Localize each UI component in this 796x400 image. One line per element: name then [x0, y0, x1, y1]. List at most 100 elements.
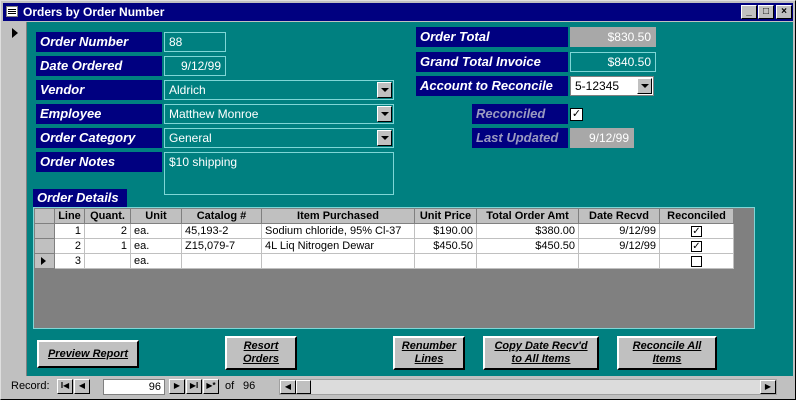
row-selector[interactable]: [34, 253, 55, 269]
vendor-label: Vendor: [36, 80, 162, 100]
date-ordered-label: Date Ordered: [36, 56, 162, 76]
grand-total-field[interactable]: $840.50: [570, 52, 656, 72]
form-icon[interactable]: [6, 6, 18, 17]
cell-unit-price[interactable]: $190.00: [414, 223, 477, 239]
date-ordered-field[interactable]: 9/12/99: [164, 56, 226, 76]
current-record-arrow-icon: [12, 28, 18, 38]
maximize-button[interactable]: □: [758, 5, 774, 19]
cell-date-recvd[interactable]: 9/12/99: [578, 238, 660, 254]
reconciled-label: Reconciled: [472, 104, 568, 124]
cell-reconciled: ✓: [659, 223, 734, 239]
column-header-unit[interactable]: Unit: [130, 208, 182, 224]
last-updated-label: Last Updated: [472, 128, 568, 148]
new-record-button[interactable]: ▶*: [203, 379, 219, 394]
cell-catalog[interactable]: Z15,079-7: [181, 238, 262, 254]
table-row[interactable]: 1 2 ea. 45,193-2 Sodium chloride, 95% Cl…: [34, 223, 734, 239]
account-combo[interactable]: 5-12345: [570, 76, 654, 96]
cell-unit[interactable]: ea.: [130, 253, 182, 269]
of-label: of: [225, 380, 235, 392]
column-header-date-recvd[interactable]: Date Recvd: [578, 208, 660, 224]
cell-unit-price[interactable]: $450.50: [414, 238, 477, 254]
account-dropdown-icon[interactable]: [637, 78, 652, 94]
cell-item[interactable]: 4L Liq Nitrogen Dewar: [261, 238, 415, 254]
cell-item[interactable]: [261, 253, 415, 269]
record-navigation-bar: Record: I◀ ◀ 96 ▶ ▶I ▶* of 96 ◀ ▶: [3, 377, 793, 397]
column-header-catalog[interactable]: Catalog #: [181, 208, 262, 224]
cell-total[interactable]: $380.00: [476, 223, 579, 239]
column-header-reconciled[interactable]: Reconciled: [659, 208, 734, 224]
table-row[interactable]: 2 1 ea. Z15,079-7 4L Liq Nitrogen Dewar …: [34, 238, 734, 254]
minimize-button[interactable]: _: [741, 5, 757, 19]
cell-item[interactable]: Sodium chloride, 95% Cl-37: [261, 223, 415, 239]
current-record-input[interactable]: 96: [103, 379, 165, 395]
order-notes-field[interactable]: $10 shipping: [164, 152, 394, 195]
row-selector[interactable]: [34, 223, 55, 239]
cell-catalog[interactable]: 45,193-2: [181, 223, 262, 239]
order-total-field[interactable]: $830.50: [570, 27, 656, 47]
preview-report-button[interactable]: Preview Report: [37, 340, 139, 368]
cell-date-recvd[interactable]: 9/12/99: [578, 223, 660, 239]
copy-date-button[interactable]: Copy Date Recv'd to All Items: [483, 336, 599, 370]
column-header-line[interactable]: Line: [54, 208, 85, 224]
order-number-field[interactable]: 88: [164, 32, 226, 52]
record-selector[interactable]: [3, 22, 27, 376]
reconciled-checkbox[interactable]: ✓: [570, 108, 583, 121]
record-count: 96: [243, 380, 256, 392]
cell-line[interactable]: 2: [54, 238, 85, 254]
reconciled-row-checkbox[interactable]: ✓: [691, 240, 702, 252]
account-value: 5-12345: [575, 79, 620, 93]
record-label: Record:: [11, 380, 50, 392]
cell-date-recvd[interactable]: [578, 253, 660, 269]
order-category-combo[interactable]: General: [164, 128, 394, 148]
order-category-dropdown-icon[interactable]: [377, 130, 392, 146]
reconcile-all-button[interactable]: Reconcile All Items: [617, 336, 717, 370]
grid-corner[interactable]: [34, 208, 55, 224]
horizontal-scrollbar[interactable]: ◀ ▶: [279, 379, 777, 395]
cell-reconciled: [659, 253, 734, 269]
vendor-value: Aldrich: [169, 83, 206, 97]
order-details-grid: Line Quant. Unit Catalog # Item Purchase…: [34, 208, 734, 269]
last-record-button[interactable]: ▶I: [186, 379, 202, 394]
employee-combo[interactable]: Matthew Monroe: [164, 104, 394, 124]
scroll-left-button[interactable]: ◀: [280, 380, 296, 394]
window-title: Orders by Order Number: [23, 5, 165, 19]
reconciled-row-checkbox[interactable]: [691, 255, 702, 267]
cell-total[interactable]: [476, 253, 579, 269]
cell-unit-price[interactable]: [414, 253, 477, 269]
order-total-label: Order Total: [416, 27, 568, 47]
vendor-dropdown-icon[interactable]: [377, 82, 392, 98]
first-record-button[interactable]: I◀: [57, 379, 73, 394]
cell-catalog[interactable]: [181, 253, 262, 269]
cell-total[interactable]: $450.50: [476, 238, 579, 254]
table-row[interactable]: 3 ea.: [34, 253, 734, 269]
row-selector[interactable]: [34, 238, 55, 254]
renumber-lines-button[interactable]: Renumber Lines: [393, 336, 465, 370]
previous-record-button[interactable]: ◀: [74, 379, 90, 394]
next-record-button[interactable]: ▶: [169, 379, 185, 394]
close-button[interactable]: ×: [776, 5, 792, 19]
form-body: Order Number 88 Date Ordered 9/12/99 Ven…: [3, 22, 793, 376]
cell-quant[interactable]: 2: [84, 223, 131, 239]
cell-line[interactable]: 3: [54, 253, 85, 269]
employee-dropdown-icon[interactable]: [377, 106, 392, 122]
scroll-right-button[interactable]: ▶: [760, 380, 776, 394]
cell-quant[interactable]: [84, 253, 131, 269]
title-bar[interactable]: Orders by Order Number _ □ ×: [3, 3, 793, 21]
resort-orders-button[interactable]: Resort Orders: [225, 336, 297, 370]
grand-total-label: Grand Total Invoice: [416, 52, 568, 72]
last-updated-field[interactable]: 9/12/99: [570, 128, 634, 148]
column-header-unit-price[interactable]: Unit Price: [414, 208, 477, 224]
reconciled-row-checkbox[interactable]: ✓: [691, 225, 702, 237]
cell-unit[interactable]: ea.: [130, 223, 182, 239]
scroll-thumb[interactable]: [296, 380, 311, 394]
cell-line[interactable]: 1: [54, 223, 85, 239]
grid-header-row: Line Quant. Unit Catalog # Item Purchase…: [34, 208, 734, 224]
vendor-combo[interactable]: Aldrich: [164, 80, 394, 100]
cell-quant[interactable]: 1: [84, 238, 131, 254]
order-number-label: Order Number: [36, 32, 162, 52]
employee-label: Employee: [36, 104, 162, 124]
column-header-quant[interactable]: Quant.: [84, 208, 131, 224]
cell-unit[interactable]: ea.: [130, 238, 182, 254]
column-header-item[interactable]: Item Purchased: [261, 208, 415, 224]
column-header-total[interactable]: Total Order Amt: [476, 208, 579, 224]
